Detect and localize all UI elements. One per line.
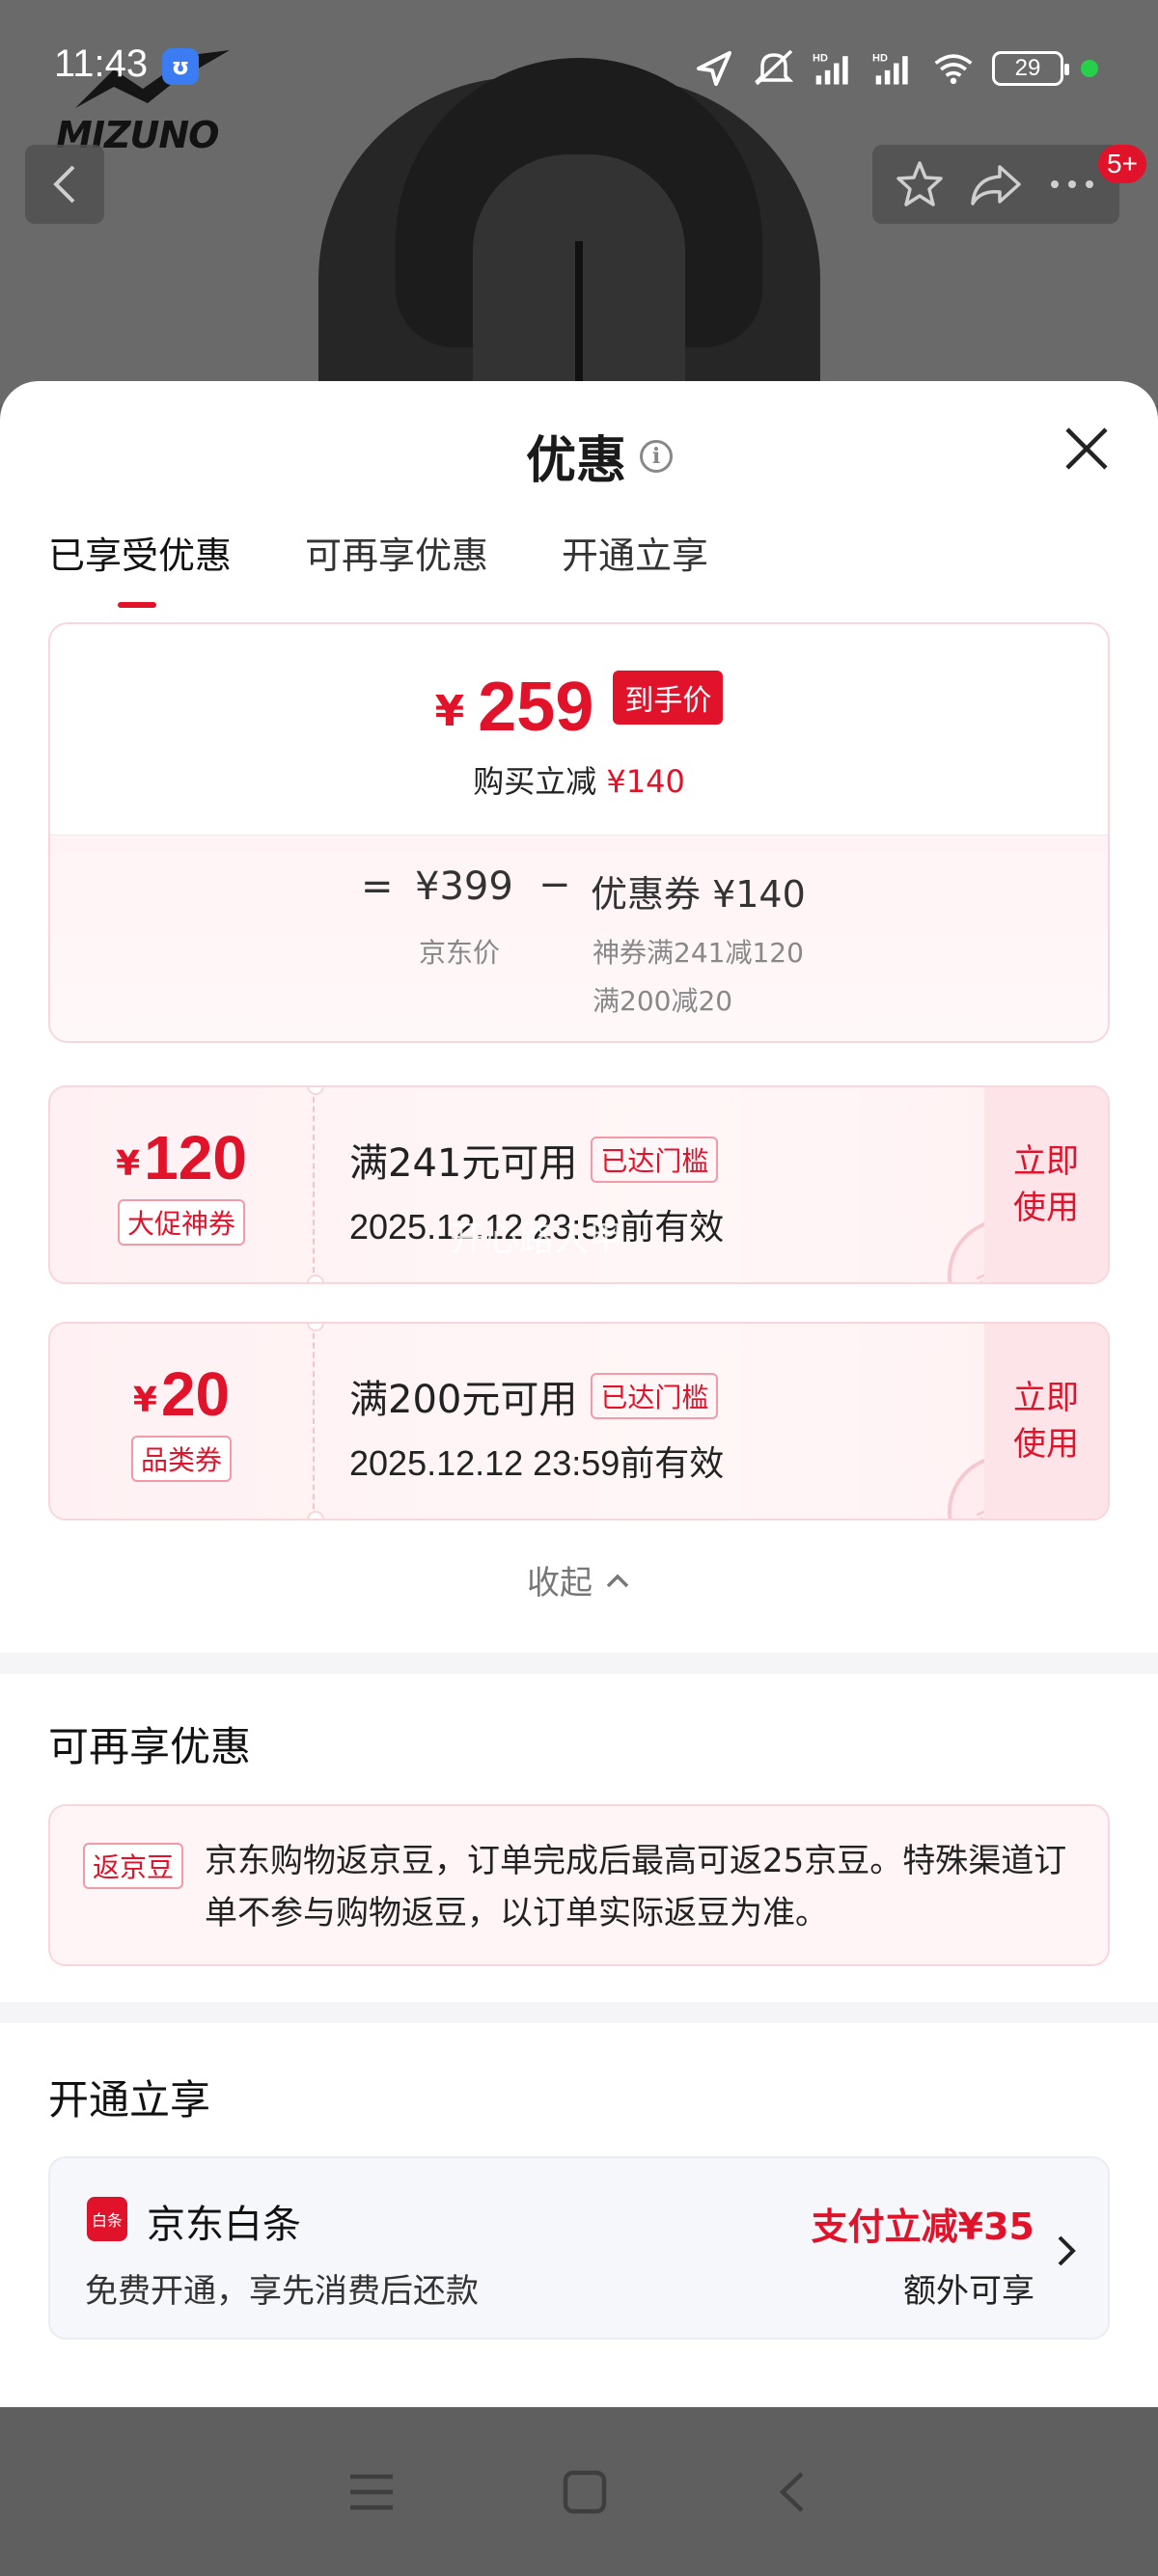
coupon-amount: ¥ 20 <box>133 1360 230 1428</box>
equals-sign: = <box>361 864 394 909</box>
tab-bar: 已享受优惠 可再享优惠 开通立享 <box>48 526 708 612</box>
battery-icon: 29 <box>992 51 1069 86</box>
jd-bean-description: 京东购物返京豆，订单完成后最高可返25京豆。特殊渠道订单不参与购物返豆，以订单实… <box>205 1842 1067 1932</box>
chevron-right-icon <box>1058 2235 1076 2266</box>
coupon-condition-row: 满241元可用 已达门槛 <box>349 1132 724 1188</box>
coupon-total: 优惠券 ¥140 <box>591 873 806 916</box>
hd-signal-icon: HD <box>813 53 848 85</box>
coupon-currency: ¥ <box>132 1381 157 1420</box>
coupon-detail: 神券满241减120 <box>593 937 804 969</box>
tab-open-to-enjoy[interactable]: 开通立享 <box>562 526 708 612</box>
coupon-condition: 满200元可用 <box>349 1378 578 1422</box>
tab-enjoyed-discounts[interactable]: 已享受优惠 <box>48 526 232 612</box>
share-icon[interactable] <box>967 157 1025 211</box>
close-icon[interactable] <box>1060 422 1114 476</box>
coupon-notch <box>307 1274 324 1282</box>
coupon-card: ¥ 20 品类券 满200元可用 已达门槛 2025.12.12 23:59前有… <box>48 1322 1110 1521</box>
more-discounts-title: 可再享优惠 <box>48 1723 252 1770</box>
jd-price-value: ¥399 <box>415 864 513 909</box>
coupon-condition: 满241元可用 <box>349 1141 578 1186</box>
baitiao-icon: 白条 <box>87 2197 127 2241</box>
collapse-button[interactable]: 收起 <box>0 1556 1158 1603</box>
final-price-area: ¥ 259 到手价 购买立减 ¥140 <box>50 624 1108 835</box>
use-now-button[interactable]: 立即 使用 <box>984 1324 1108 1519</box>
coupon-type-tag: 大促神券 <box>117 1199 245 1246</box>
price-summary-card: ¥ 259 到手价 购买立减 ¥140 = ¥399 京东价 − 优惠券 ¥14… <box>48 622 1110 1043</box>
status-icons: HD HD 29 <box>693 46 1098 91</box>
back-button[interactable] <box>25 145 104 224</box>
jd-baitiao-card[interactable]: 白条 京东白条 免费开通，享先消费后还款 支付立减¥35 额外可享 <box>48 2156 1110 2340</box>
jd-bean-tag: 返京豆 <box>83 1843 184 1889</box>
coupon-currency: ¥ <box>116 1144 141 1184</box>
chevron-left-icon <box>53 165 75 204</box>
wifi-icon <box>934 54 973 85</box>
coupon-condition-row: 满200元可用 已达门槛 <box>349 1368 724 1424</box>
tab-more-discounts[interactable]: 可再享优惠 <box>305 526 488 612</box>
message-count-badge: 5+ <box>1098 145 1146 183</box>
use-now-button[interactable]: 立即 使用 <box>984 1087 1108 1282</box>
coupon-info: 满200元可用 已达门槛 2025.12.12 23:59前有效 <box>349 1368 724 1486</box>
section-divider <box>0 1653 1158 1674</box>
favorite-star-icon[interactable] <box>893 157 947 211</box>
threshold-reached-tag: 已达门槛 <box>591 1373 719 1419</box>
coupon-type-tag: 品类券 <box>130 1436 232 1482</box>
coupon-amount-area: ¥ 20 品类券 <box>50 1324 315 1519</box>
more-options-icon[interactable] <box>1045 157 1099 211</box>
mute-icon <box>754 49 794 86</box>
discount-sheet: 优惠 i 已享受优惠 可再享优惠 开通立享 ¥ 259 到手价 购买立减 ¥14… <box>0 381 1158 2407</box>
baitiao-extra: 额外可享 <box>903 2272 1034 2311</box>
collapse-label: 收起 <box>527 1564 593 1603</box>
svg-text:HD: HD <box>813 53 828 65</box>
reduce-amount: ¥140 <box>606 763 685 800</box>
use-now-label-line1: 立即 <box>1013 1142 1079 1181</box>
location-icon <box>697 51 731 86</box>
minus-sign: − <box>538 863 571 907</box>
system-navigation-bar <box>0 2407 1158 2576</box>
coupon-validity: 2025.12.12 23:59前有效 <box>349 1443 725 1483</box>
threshold-reached-tag: 已达门槛 <box>591 1137 719 1183</box>
sheet-title-group: 优惠 i <box>526 420 674 492</box>
final-price-tag: 到手价 <box>613 671 724 725</box>
reduce-label: 购买立减 <box>473 763 597 800</box>
baitiao-promo: 支付立减¥35 <box>811 2206 1034 2248</box>
info-icon[interactable]: i <box>640 439 674 473</box>
hd-signal-icon: HD <box>872 53 908 85</box>
coupon-detail: 满200减20 <box>593 985 733 1017</box>
coupon-amount-area: ¥ 120 大促神券 <box>50 1087 315 1282</box>
reduce-row: 购买立减 ¥140 <box>50 757 1108 802</box>
coupon-notch <box>307 1511 324 1519</box>
menu-icon[interactable] <box>346 2471 397 2513</box>
chevron-up-icon <box>606 1574 629 1587</box>
open-to-enjoy-title: 开通立享 <box>48 2076 211 2124</box>
baitiao-subtitle: 免费开通，享先消费后还款 <box>85 2272 479 2311</box>
final-price-value: 259 <box>478 669 594 746</box>
status-bar: 11:43 ʊ HD HD 29 <box>0 0 1158 135</box>
home-icon[interactable] <box>561 2468 609 2516</box>
privacy-indicator-dot <box>1081 60 1098 77</box>
baitiao-title: 京东白条 <box>147 2203 301 2247</box>
use-now-label-line2: 使用 <box>1013 1425 1079 1464</box>
back-nav-icon[interactable] <box>773 2468 812 2516</box>
price-breakdown: = ¥399 京东价 − 优惠券 ¥140 神券满241减120 满200减20 <box>50 835 1108 1041</box>
final-price-currency: ¥ <box>434 687 465 736</box>
watermark-text: 开心路人甲 <box>450 1219 624 1259</box>
top-action-bar <box>872 145 1119 224</box>
status-time: 11:43 <box>54 42 149 85</box>
coupon-value: 120 <box>144 1123 247 1192</box>
final-price-row: ¥ 259 到手价 <box>50 671 1108 742</box>
section-divider <box>0 2002 1158 2023</box>
app-notification-icon: ʊ <box>162 48 199 85</box>
use-now-label-line2: 使用 <box>1013 1189 1079 1227</box>
sheet-title: 优惠 <box>526 432 627 490</box>
coupon-amount: ¥ 120 <box>116 1124 247 1192</box>
coupon-value: 20 <box>160 1359 231 1429</box>
use-now-label-line1: 立即 <box>1013 1379 1079 1417</box>
svg-text:HD: HD <box>872 53 888 65</box>
jd-bean-rebate-card: 返京豆 京东购物返京豆，订单完成后最高可返25京豆。特殊渠道订单不参与购物返豆，… <box>48 1804 1110 1966</box>
jd-price-label: 京东价 <box>419 937 501 969</box>
